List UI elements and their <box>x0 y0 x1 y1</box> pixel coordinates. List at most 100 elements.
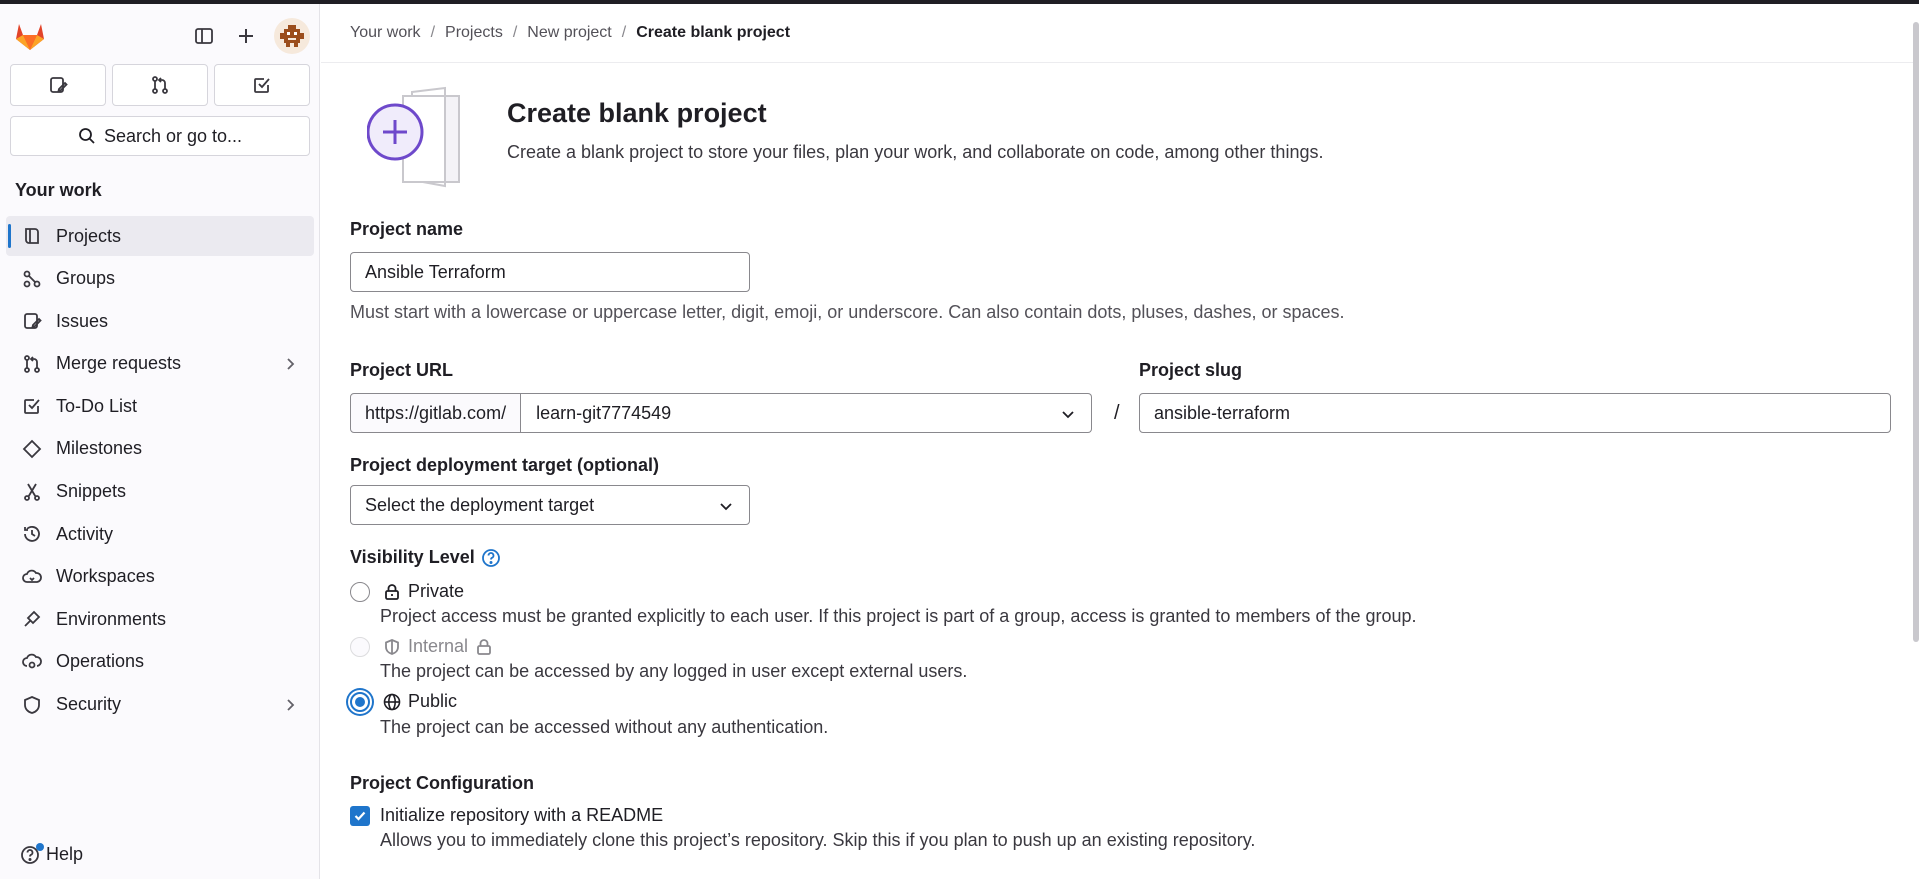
public-radio[interactable] <box>350 691 370 712</box>
breadcrumb: Your work / Projects / New project / Cre… <box>350 24 790 42</box>
private-description: Project access must be granted explicitl… <box>380 606 1417 626</box>
help-button[interactable]: Help <box>20 843 84 865</box>
breadcrumb-current[interactable]: Create blank project <box>636 24 790 42</box>
internal-description: The project can be accessed by any logge… <box>380 661 968 681</box>
sidebar-item-environments[interactable]: Environments <box>6 599 314 639</box>
page-title: Create blank project <box>507 98 767 128</box>
project-name-help: Must start with a lowercase or uppercase… <box>350 302 1345 322</box>
visibility-option-private[interactable]: Private <box>350 581 464 602</box>
check-icon <box>354 811 366 821</box>
breadcrumb-separator: / <box>621 24 627 41</box>
blank-project-illustration <box>366 82 477 192</box>
project-configuration-label: Project Configuration <box>350 773 534 793</box>
visibility-option-internal: Internal <box>350 636 500 657</box>
internal-radio <box>350 636 370 657</box>
chevron-down-icon <box>1059 405 1077 423</box>
search-button[interactable]: Search or go to... <box>10 116 310 156</box>
sidebar-item-activity[interactable]: Activity <box>6 514 314 554</box>
page-subtitle: Create a blank project to store your fil… <box>507 142 1324 162</box>
shield-icon <box>22 695 42 715</box>
project-slug-value: ansible-terraform <box>1154 402 1291 423</box>
sidebar-item-label: Issues <box>56 310 109 331</box>
todo-button[interactable] <box>214 64 310 106</box>
todo-icon <box>22 396 42 416</box>
history-icon <box>22 524 42 544</box>
visibility-level-label: Visibility Level <box>350 547 501 568</box>
search-icon <box>79 128 95 144</box>
private-label: Private <box>408 581 465 601</box>
main-content: Your work / Projects / New project / Cre… <box>321 4 1919 879</box>
sidebar-header <box>12 16 310 56</box>
sidebar-item-projects[interactable]: Projects <box>6 216 314 256</box>
sidebar-item-todo-list[interactable]: To-Do List <box>6 386 314 426</box>
breadcrumb-your-work[interactable]: Your work <box>350 24 421 42</box>
sidebar-item-issues[interactable]: Issues <box>6 301 314 341</box>
snippet-icon <box>22 482 42 502</box>
url-slash: / <box>1114 402 1120 424</box>
deployment-target-select[interactable]: Select the deployment target <box>350 485 750 525</box>
lock-icon <box>382 582 402 602</box>
sidebar-item-label: Security <box>56 694 122 715</box>
project-name-input[interactable]: Ansible Terraform <box>350 252 750 292</box>
sidebar-item-groups[interactable]: Groups <box>6 259 314 299</box>
help-icon[interactable] <box>481 548 501 568</box>
quick-actions <box>10 64 310 106</box>
sidebar-item-security[interactable]: Security <box>6 685 314 725</box>
readme-checkbox[interactable] <box>350 806 370 826</box>
merge-requests-button[interactable] <box>112 64 208 106</box>
chevron-right-icon[interactable] <box>280 695 300 715</box>
private-radio[interactable] <box>350 581 370 602</box>
sidebar-toggle-icon[interactable] <box>188 20 220 52</box>
sidebar-item-merge-requests[interactable]: Merge requests <box>6 344 314 384</box>
search-label: Search or go to... <box>103 125 243 146</box>
internal-label: Internal <box>408 636 469 656</box>
merge-request-icon <box>22 354 42 374</box>
sidebar-section-title: Your work <box>15 180 102 200</box>
help-label: Help <box>46 844 84 864</box>
namespace-dropdown[interactable]: learn-git7774549 <box>521 393 1092 433</box>
deployment-target-label: Project deployment target (optional) <box>350 455 660 475</box>
environment-icon <box>22 609 42 629</box>
gitlab-logo-icon[interactable] <box>12 18 48 54</box>
project-name-label: Project name <box>350 219 464 239</box>
project-url-label: Project URL <box>350 360 454 380</box>
user-avatar[interactable] <box>274 18 310 54</box>
public-description: The project can be accessed without any … <box>380 717 829 737</box>
lock-icon <box>474 637 494 657</box>
group-icon <box>22 269 42 289</box>
breadcrumb-projects[interactable]: Projects <box>445 24 503 42</box>
url-prefix: https://gitlab.com/ <box>350 393 522 433</box>
sidebar-item-label: Projects <box>56 225 122 246</box>
shield-icon <box>382 637 402 657</box>
readme-help: Allows you to immediately clone this pro… <box>380 830 1256 850</box>
issues-icon <box>22 311 42 331</box>
assigned-issues-button[interactable] <box>10 64 106 106</box>
breadcrumb-new-project[interactable]: New project <box>527 24 611 42</box>
todo-icon <box>254 78 270 93</box>
create-new-icon[interactable] <box>230 20 262 52</box>
issues-icon <box>50 77 68 93</box>
project-name-value: Ansible Terraform <box>365 261 506 282</box>
globe-icon <box>382 692 402 712</box>
visibility-option-public[interactable]: Public <box>350 691 457 712</box>
sidebar-item-label: Environments <box>56 608 167 629</box>
breadcrumb-divider <box>321 62 1919 63</box>
visibility-level-title: Visibility Level <box>350 547 475 567</box>
sidebar-item-snippets[interactable]: Snippets <box>6 472 314 512</box>
sidebar-item-operations[interactable]: Operations <box>6 642 314 682</box>
milestone-icon <box>22 439 42 459</box>
project-slug-input[interactable]: ansible-terraform <box>1139 393 1891 433</box>
namespace-value: learn-git7774549 <box>536 402 672 423</box>
sidebar-item-milestones[interactable]: Milestones <box>6 429 314 469</box>
sidebar-nav: Projects Groups Issues Merge requests To… <box>6 216 314 727</box>
readme-label[interactable]: Initialize repository with a README <box>380 805 663 826</box>
scrollbar[interactable] <box>1913 22 1919 642</box>
public-label: Public <box>408 691 458 711</box>
project-url-group: https://gitlab.com/ learn-git7774549 <box>350 393 1092 433</box>
sidebar-item-label: Workspaces <box>56 566 155 587</box>
deployment-target-placeholder: Select the deployment target <box>365 494 595 515</box>
cloud-gear-icon <box>22 652 42 672</box>
notification-dot <box>36 843 44 851</box>
chevron-right-icon[interactable] <box>280 354 300 374</box>
sidebar-item-workspaces[interactable]: Workspaces <box>6 557 314 597</box>
